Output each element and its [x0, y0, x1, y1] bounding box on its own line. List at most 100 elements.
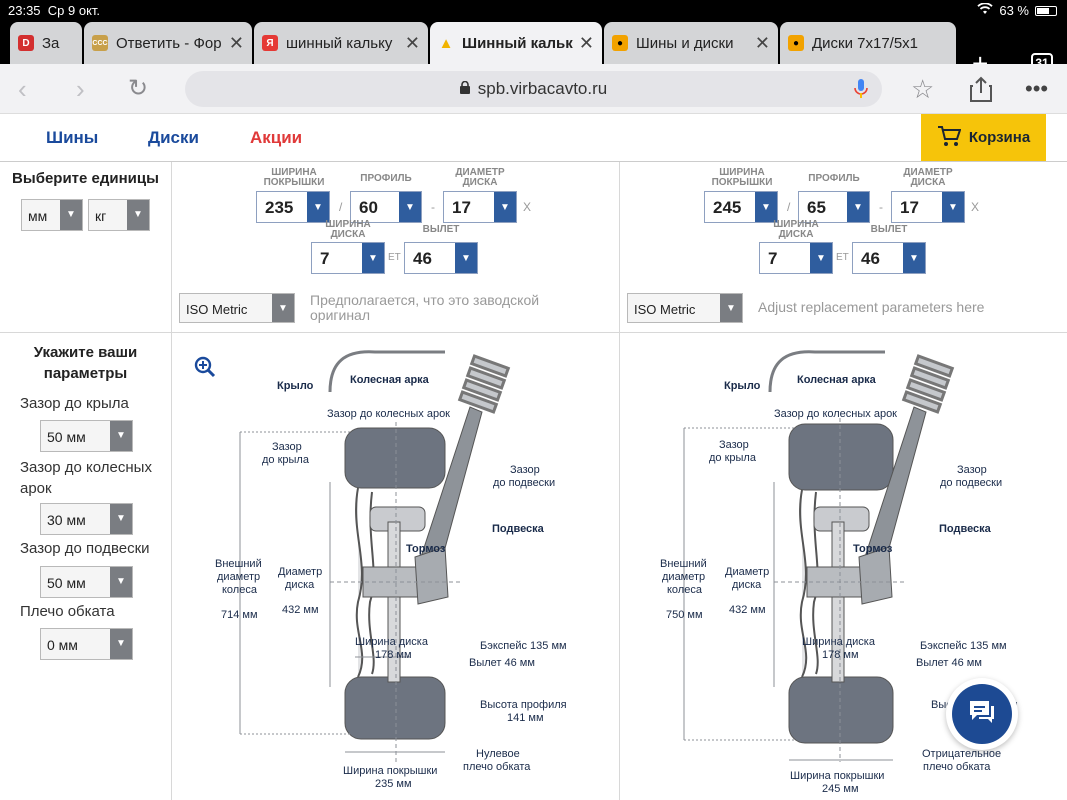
- svg-text:Внешний: Внешний: [660, 558, 707, 570]
- chevron-down-icon: ▼: [110, 504, 132, 534]
- close-tab-icon[interactable]: ✕: [405, 33, 420, 54]
- bookmark-star-icon[interactable]: ☆: [911, 76, 934, 102]
- svg-text:Зазор до колесных арок: Зазор до колесных арок: [774, 408, 897, 420]
- weight-unit-select[interactable]: кг ▼: [88, 199, 150, 231]
- replacement-offset-select[interactable]: 46 ▼: [852, 242, 926, 274]
- tire-width-value: 245 мм: [822, 783, 859, 795]
- replacement-standard-select[interactable]: ISO Metric ▼: [627, 293, 743, 323]
- svg-text:Зазор: Зазор: [272, 441, 302, 453]
- nav-tires[interactable]: Шины: [46, 128, 98, 148]
- svg-text:178 мм: 178 мм: [822, 649, 859, 661]
- calculator-content: Выберите единицы мм ▼ кг ▼ ШИРИНА ПОКРЫШКИ…: [0, 162, 1067, 800]
- tab-favicon: ▲: [438, 34, 454, 52]
- chevron-down-icon: ▼: [60, 200, 82, 230]
- tab-favicon: CCC: [92, 35, 108, 51]
- original-note: Предполагается, что это заводской оригин…: [310, 292, 540, 323]
- chevron-down-icon: ▼: [847, 192, 869, 222]
- suspension-gap-label: Зазор до подвески: [20, 540, 150, 557]
- svg-text:Вылет 46 мм: Вылет 46 мм: [916, 657, 982, 669]
- svg-text:колеса: колеса: [222, 584, 258, 596]
- address-bar[interactable]: spb.virbacavto.ru: [185, 71, 882, 107]
- chevron-down-icon: ▼: [720, 294, 742, 322]
- svg-text:Бэкспейс 135 мм: Бэкспейс 135 мм: [920, 640, 1007, 652]
- status-time-date: 23:35 Ср 9 окт.: [8, 3, 101, 18]
- original-offset-select[interactable]: 46 ▼: [404, 242, 478, 274]
- original-width-select[interactable]: 235 ▼: [256, 191, 330, 223]
- replacement-disk-width-select[interactable]: 7 ▼: [759, 242, 833, 274]
- svg-text:диаметр: диаметр: [662, 571, 705, 583]
- svg-text:Зазор: Зазор: [957, 464, 987, 476]
- chat-icon: [967, 698, 997, 731]
- tab-1[interactable]: D За: [10, 22, 82, 64]
- replacement-diameter-select[interactable]: 17 ▼: [891, 191, 965, 223]
- browser-tab-strip: D За CCC Ответить - Фор ✕ Я шинный кальк…: [0, 22, 1067, 79]
- chevron-down-icon: ▼: [362, 243, 384, 273]
- nav-promo[interactable]: Акции: [250, 128, 302, 148]
- close-tab-icon[interactable]: ✕: [579, 33, 594, 54]
- svg-text:диска: диска: [285, 579, 315, 591]
- chevron-down-icon: ▼: [110, 629, 132, 659]
- lock-icon: [459, 80, 470, 97]
- svg-text:Колесная арка: Колесная арка: [797, 374, 877, 386]
- tab-favicon: Я: [262, 35, 278, 51]
- svg-text:Тормоз: Тормоз: [406, 543, 446, 555]
- microphone-icon[interactable]: [854, 79, 868, 104]
- tab-favicon: ●: [788, 35, 804, 51]
- share-icon[interactable]: [970, 76, 992, 106]
- svg-text:Тормоз: Тормоз: [853, 543, 893, 555]
- battery-icon: [1035, 5, 1057, 16]
- close-tab-icon[interactable]: ✕: [229, 33, 244, 54]
- arch-label: Колесная арка: [350, 374, 430, 386]
- svg-text:Крыло: Крыло: [724, 380, 761, 392]
- chat-button[interactable]: [946, 678, 1018, 750]
- tab-3[interactable]: Я шинный кальку ✕: [254, 22, 428, 64]
- tab-5[interactable]: ● Шины и диски ✕: [604, 22, 778, 64]
- replacement-width-select[interactable]: 245 ▼: [704, 191, 778, 223]
- original-disk-width-select[interactable]: 7 ▼: [311, 242, 385, 274]
- tab-6[interactable]: ● Диски 7x17/5x1: [780, 22, 956, 64]
- chevron-down-icon: ▼: [399, 192, 421, 222]
- forward-icon[interactable]: ›: [76, 76, 85, 102]
- tab-favicon: ●: [612, 35, 628, 51]
- original-wheel-diagram: Крыло Колесная арка Зазор до колесных ар…: [215, 350, 567, 790]
- svg-text:диаметр: диаметр: [217, 571, 260, 583]
- chevron-down-icon: ▼: [272, 294, 294, 322]
- svg-text:Бэкспейс 135 мм: Бэкспейс 135 мм: [480, 640, 567, 652]
- arch-gap-select[interactable]: 30 мм ▼: [40, 503, 133, 535]
- chevron-down-icon: ▼: [494, 192, 516, 222]
- svg-text:Нулевое: Нулевое: [476, 748, 520, 760]
- length-unit-select[interactable]: мм ▼: [21, 199, 83, 231]
- profile-height-value: 141 мм: [507, 712, 544, 724]
- suspension-gap-select[interactable]: 50 мм ▼: [40, 566, 133, 598]
- tab-4-active[interactable]: ▲ Шинный кальк ✕: [430, 22, 602, 64]
- wifi-icon: [977, 2, 993, 18]
- back-icon[interactable]: ‹: [18, 76, 27, 102]
- fender-gap-select[interactable]: 50 мм ▼: [40, 420, 133, 452]
- reload-icon[interactable]: ↻: [128, 76, 148, 102]
- chevron-down-icon: ▼: [307, 192, 329, 222]
- svg-text:Подвеска: Подвеска: [939, 523, 992, 535]
- svg-text:плечо обката: плечо обката: [923, 761, 991, 773]
- tab-2[interactable]: CCC Ответить - Фор ✕: [84, 22, 252, 64]
- svg-text:Ширина покрышки: Ширина покрышки: [790, 770, 884, 782]
- more-menu-icon[interactable]: •••: [1025, 76, 1048, 102]
- svg-text:Внешний: Внешний: [215, 558, 262, 570]
- svg-text:Ширина покрышки: Ширина покрышки: [343, 765, 437, 777]
- nav-disks[interactable]: Диски: [148, 128, 199, 148]
- svg-text:плечо обката: плечо обката: [463, 761, 531, 773]
- svg-text:Зазор: Зазор: [719, 439, 749, 451]
- scrub-radius-select[interactable]: 0 мм ▼: [40, 628, 133, 660]
- original-standard-select[interactable]: ISO Metric ▼: [179, 293, 295, 323]
- chevron-down-icon: ▼: [110, 567, 132, 597]
- svg-text:Высота профиля: Высота профиля: [480, 699, 567, 711]
- chevron-down-icon: ▼: [903, 243, 925, 273]
- svg-text:до подвески: до подвески: [940, 477, 1002, 489]
- tab-favicon: D: [18, 35, 34, 51]
- fender-label: Крыло: [277, 380, 314, 392]
- cart-button[interactable]: Корзина: [921, 114, 1046, 161]
- arch-gap-label: Зазор до колесных арок: [20, 459, 152, 497]
- close-tab-icon[interactable]: ✕: [755, 33, 770, 54]
- original-diameter-select[interactable]: 17 ▼: [443, 191, 517, 223]
- cart-label: Корзина: [968, 129, 1031, 146]
- svg-text:Зазор: Зазор: [510, 464, 540, 476]
